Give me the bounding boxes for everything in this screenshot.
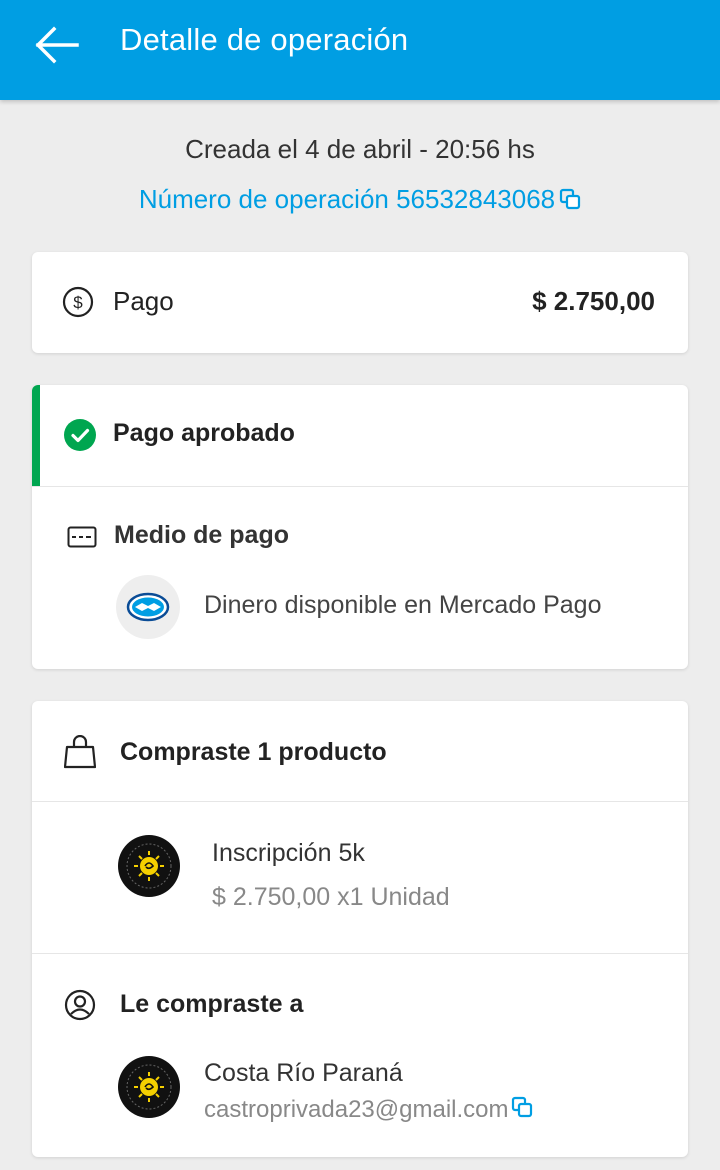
product-logo: [118, 835, 180, 897]
payment-card: $ Pago $ 2.750,00: [32, 252, 688, 353]
credit-card-icon: [67, 526, 97, 553]
divider: [32, 486, 688, 487]
status-accent-bar: [32, 385, 40, 486]
purchase-label: Compraste 1 producto: [120, 738, 387, 766]
page-title: Detalle de operación: [120, 22, 409, 57]
purchase-card: Compraste 1 producto Inscripción 5k $ 2.…: [32, 701, 688, 1157]
payment-method-label: Medio de pago: [114, 521, 289, 549]
product-name: Inscripción 5k: [212, 839, 365, 867]
seller-label: Le compraste a: [120, 990, 304, 1018]
mercado-pago-handshake-logo: [116, 575, 180, 639]
payment-method-value: Dinero disponible en Mercado Pago: [204, 591, 602, 619]
svg-text:$: $: [73, 293, 83, 312]
app-bar: Detalle de operación: [0, 0, 720, 100]
check-circle-icon: [63, 418, 97, 457]
copy-icon[interactable]: [511, 1096, 533, 1125]
arrow-left-icon: [35, 26, 79, 64]
payment-amount: $ 2.750,00: [532, 286, 655, 316]
divider: [32, 953, 688, 954]
product-price: $ 2.750,00 x1 Unidad: [212, 883, 450, 911]
status-card: Pago aprobado Medio de pago Dinero dispo…: [32, 385, 688, 669]
seller-logo: [118, 1056, 180, 1118]
operation-number[interactable]: Número de operación 56532843068: [0, 184, 720, 217]
user-circle-icon: [64, 989, 96, 1026]
payment-label: Pago: [113, 286, 174, 316]
seller-email-text: castroprivada23@gmail.com: [204, 1096, 509, 1123]
copy-icon[interactable]: [559, 186, 581, 217]
shopping-bag-icon: [63, 734, 97, 774]
back-button[interactable]: [28, 20, 84, 70]
seller-name: Costa Río Paraná: [204, 1059, 403, 1087]
divider: [32, 801, 688, 802]
dollar-circle-icon: $: [62, 286, 94, 323]
seller-email[interactable]: castroprivada23@gmail.com: [204, 1096, 533, 1125]
status-label: Pago aprobado: [113, 419, 295, 447]
operation-number-text: Número de operación 56532843068: [138, 184, 556, 214]
created-date: Creada el 4 de abril - 20:56 hs: [185, 134, 535, 164]
